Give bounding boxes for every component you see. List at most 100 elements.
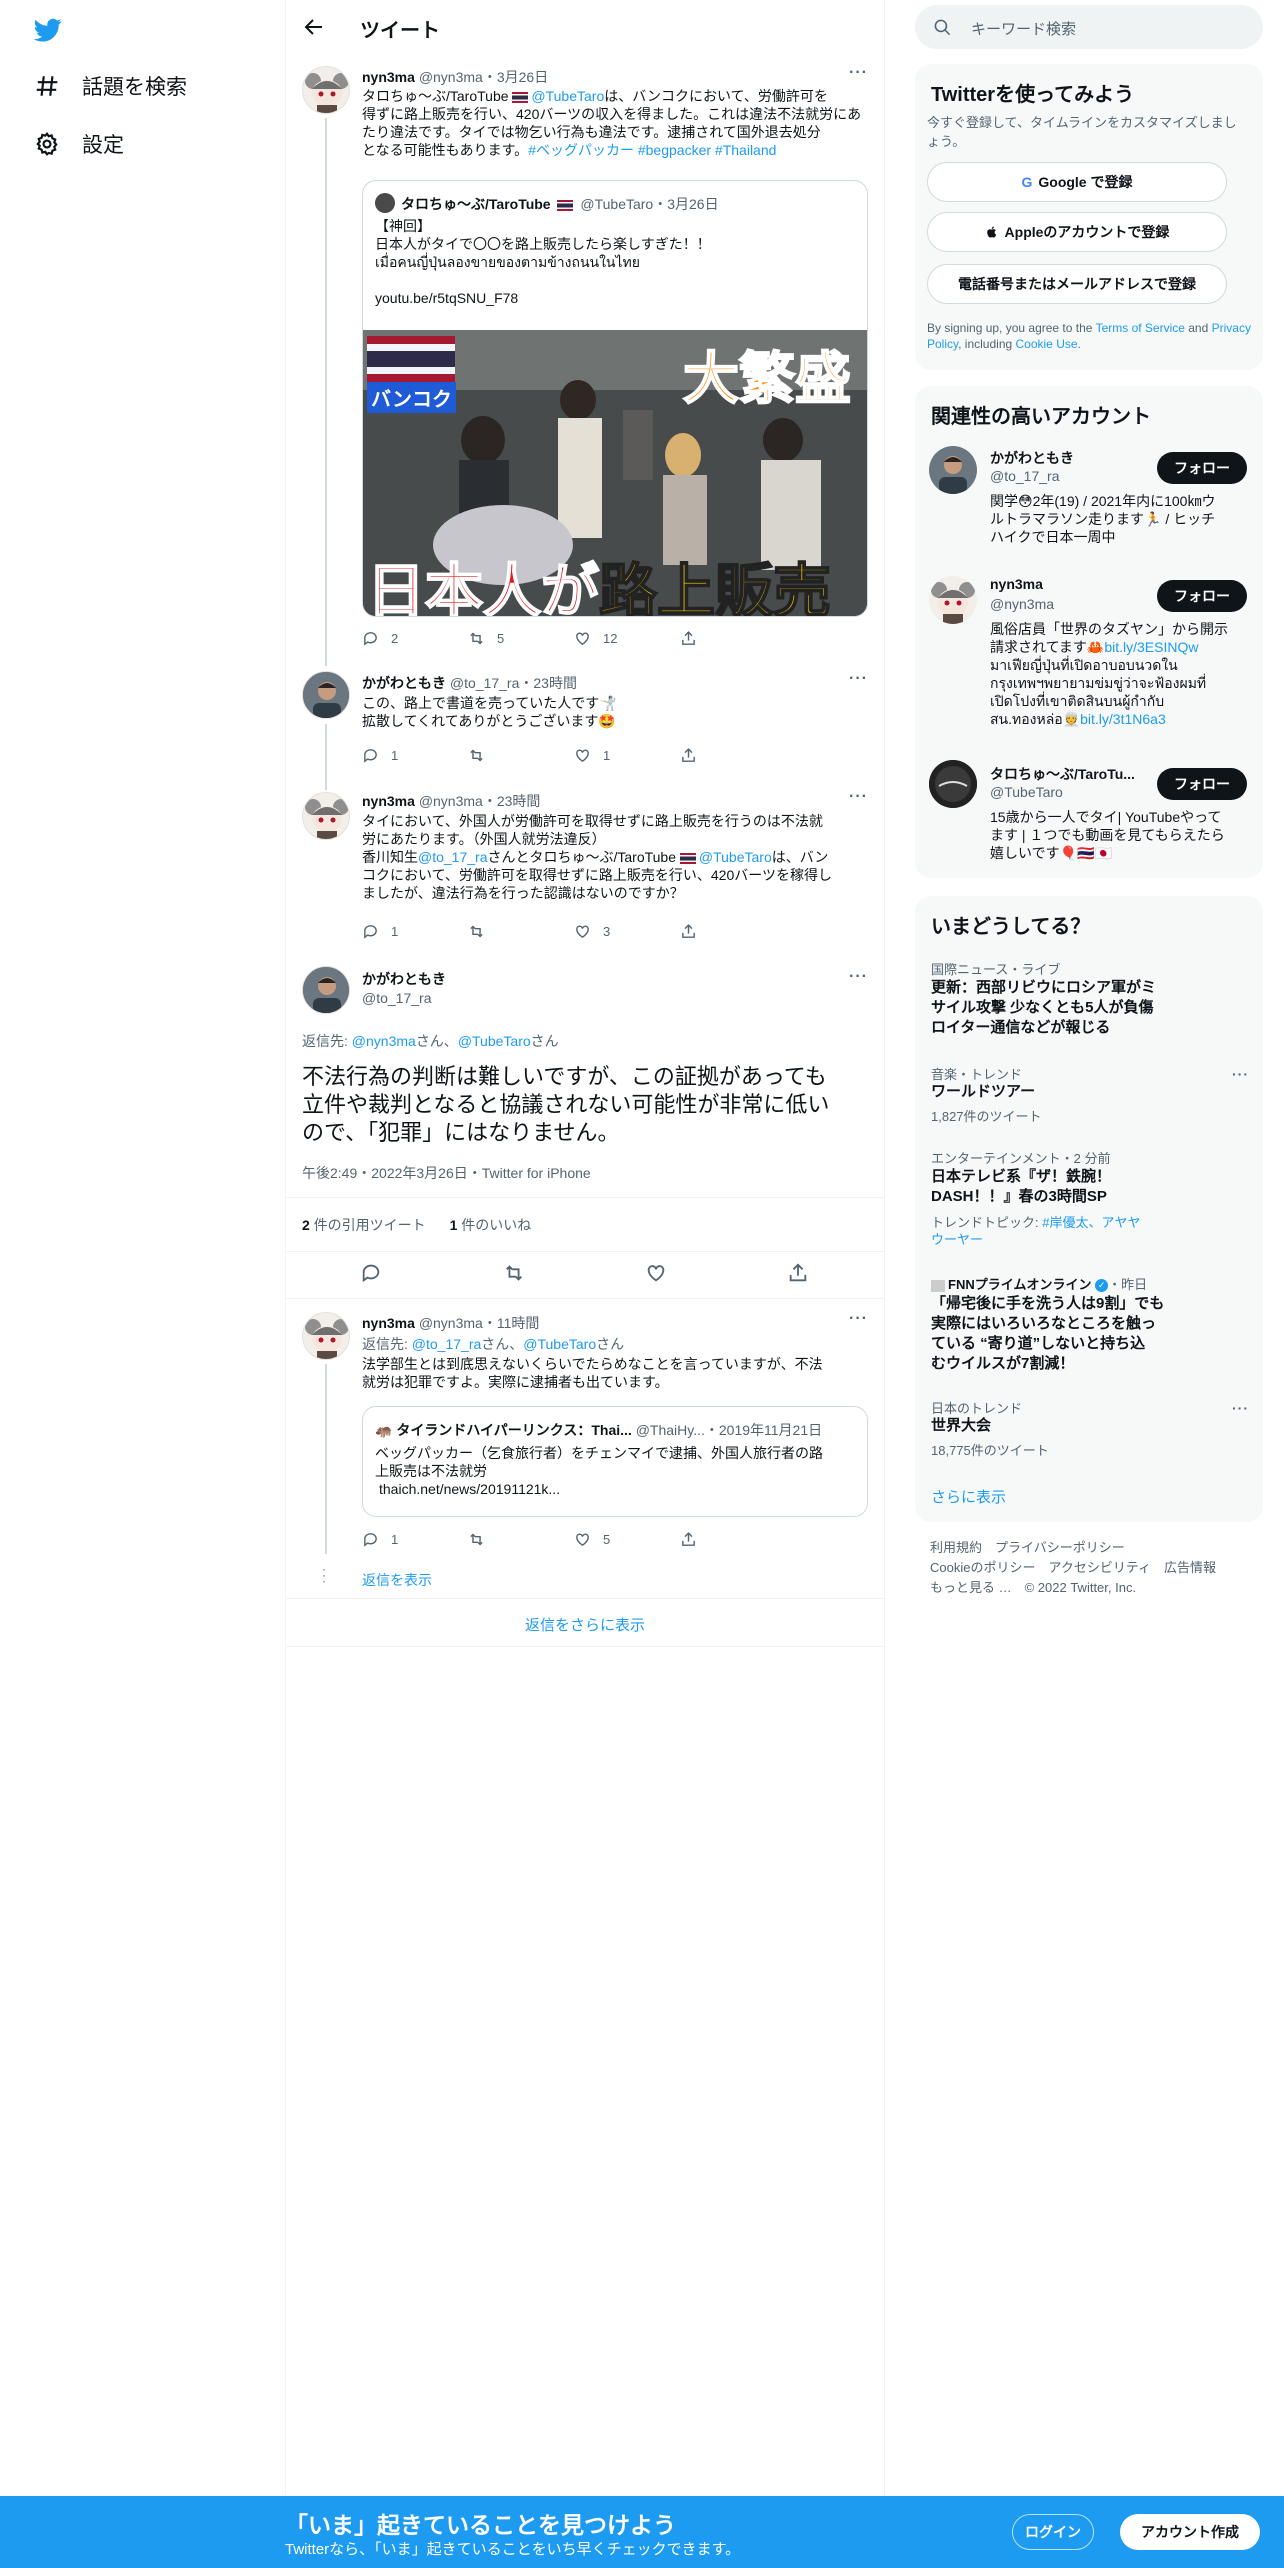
likes-stat[interactable]: 1 件のいいね [450, 1217, 532, 1233]
quote-tweets-stat[interactable]: 2 件の引用ツイート [302, 1217, 426, 1233]
topic-label: トレンドトピック: [931, 1215, 1043, 1230]
like-button[interactable]: 1 [574, 747, 680, 764]
search-input[interactable]: キーワード検索 [971, 18, 1076, 39]
topic-link[interactable]: #岸優太、アヤヤ [1042, 1215, 1140, 1230]
video-thumbnail[interactable]: バンコク 大繁盛 日本人が路上販売 [363, 330, 867, 616]
terms-link[interactable]: Terms of Service [1096, 321, 1185, 335]
more-icon[interactable]: ··· [849, 670, 868, 688]
hashtag-links[interactable]: #ベッグパッカー #begpacker #Thailand [528, 142, 776, 158]
more-icon[interactable]: ··· [1232, 1400, 1249, 1416]
author-name[interactable]: nyn3ma [362, 69, 415, 85]
google-signup-button[interactable]: G Google で登録 [927, 162, 1227, 202]
author-name[interactable]: nyn3ma [362, 793, 415, 809]
cookie-link[interactable]: Cookie Use [1016, 337, 1078, 351]
nav-explore[interactable]: 話題を検索 [34, 66, 187, 106]
follow-button[interactable]: フォロー [1157, 580, 1247, 612]
retweet-icon[interactable] [503, 1262, 525, 1284]
author-handle[interactable]: @to_17_ra [362, 990, 431, 1006]
back-arrow-icon[interactable] [302, 15, 326, 39]
phone-email-signup-button[interactable]: 電話番号またはメールアドレスで登録 [927, 264, 1227, 304]
show-more-replies-link[interactable]: 返信をさらに表示 [286, 1614, 884, 1635]
avatar[interactable] [929, 446, 977, 494]
bio-link[interactable]: bit.ly/3ESINQw [1104, 639, 1198, 655]
reply-button[interactable]: 2 [362, 630, 468, 647]
avatar[interactable] [929, 760, 977, 808]
share-button[interactable] [680, 747, 786, 764]
account-name[interactable]: タロちゅ〜ぶ/TaroTu... [990, 764, 1135, 784]
tweet-time[interactable]: ・23時間 [519, 675, 577, 691]
tweet-timestamp[interactable]: 午後2:49・2022年3月26日・Twitter for iPhone [302, 1163, 591, 1183]
follow-button[interactable]: フォロー [1157, 452, 1247, 484]
heart-icon[interactable] [645, 1262, 667, 1284]
search-box[interactable]: キーワード検索 [915, 5, 1263, 49]
footer-line[interactable]: Cookieのポリシー アクセシビリティ 広告情報 [930, 1558, 1216, 1578]
news-source-icon [931, 1279, 945, 1292]
tweet-time[interactable]: ・11時間 [483, 1315, 540, 1331]
like-button[interactable]: 3 [574, 923, 680, 940]
author-handle[interactable]: @to_17_ra [450, 675, 519, 691]
engagement-stats: 2 件の引用ツイート 1 件のいいね [302, 1215, 531, 1235]
like-button[interactable]: 12 [574, 630, 680, 647]
create-account-button[interactable]: アカウント作成 [1120, 2514, 1260, 2550]
more-icon[interactable]: ··· [849, 968, 868, 986]
thai-flag-icon [679, 852, 696, 864]
more-icon[interactable]: ··· [849, 1310, 868, 1328]
show-more-trends-link[interactable]: さらに表示 [931, 1486, 1006, 1507]
topic-link[interactable]: ウーヤー [931, 1232, 983, 1247]
footer-line[interactable]: もっと見る … © 2022 Twitter, Inc. [930, 1578, 1216, 1598]
mention-link[interactable]: @TubeTaro [531, 88, 604, 104]
retweet-button[interactable]: 5 [468, 630, 574, 647]
share-icon[interactable] [787, 1262, 809, 1284]
quoted-tweet[interactable]: 🦛 タイランドハイパーリンクス：Thai... @ThaiHy...・2019年… [362, 1406, 868, 1517]
author-handle[interactable]: @nyn3ma [419, 793, 483, 809]
account-handle[interactable]: @nyn3ma [990, 596, 1054, 612]
retweet-button[interactable] [468, 923, 574, 940]
twitter-logo-icon[interactable] [32, 16, 64, 44]
avatar[interactable] [302, 792, 350, 840]
author-handle[interactable]: @nyn3ma [419, 69, 483, 85]
account-name[interactable]: nyn3ma [990, 576, 1043, 592]
more-icon[interactable]: ··· [1232, 1066, 1249, 1082]
tweet-time[interactable]: ・3月26日 [483, 69, 548, 85]
author-name[interactable]: nyn3ma [362, 1315, 415, 1331]
avatar[interactable] [302, 66, 350, 114]
apple-signup-button[interactable]: Appleのアカウントで登録 [927, 212, 1227, 252]
reply-button[interactable]: 1 [362, 923, 468, 940]
share-button[interactable] [680, 923, 786, 940]
share-button[interactable] [680, 1531, 786, 1548]
quoted-tweet[interactable]: タロちゅ〜ぶ/TaroTube @TubeTaro・3月26日 【神回】 日本人… [362, 180, 868, 617]
mention-link[interactable]: @TubeTaro [699, 849, 772, 865]
reply-icon[interactable] [360, 1262, 382, 1284]
tweet-time[interactable]: ・23時間 [483, 793, 541, 809]
author-name[interactable]: かがわともき [362, 969, 446, 989]
avatar[interactable] [302, 1312, 350, 1360]
text-line: 香川知生 [362, 849, 418, 865]
show-replies-link[interactable]: 返信を表示 [362, 1570, 432, 1590]
share-button[interactable] [680, 630, 786, 647]
author-name[interactable]: かがわともき [362, 675, 446, 691]
mention-link[interactable]: @nyn3ma [352, 1033, 416, 1049]
avatar[interactable] [302, 966, 350, 1014]
nav-settings[interactable]: 設定 [34, 124, 124, 164]
like-button[interactable]: 5 [574, 1531, 680, 1548]
account-handle[interactable]: @to_17_ra [990, 468, 1059, 484]
account-name[interactable]: かがわともき [990, 448, 1074, 468]
mention-link[interactable]: @to_17_ra [418, 849, 487, 865]
author-handle[interactable]: @nyn3ma [419, 1315, 483, 1331]
reply-button[interactable]: 1 [362, 1531, 468, 1548]
reply-button[interactable]: 1 [362, 747, 468, 764]
bio-link[interactable]: bit.ly/3t1N6a3 [1080, 711, 1166, 727]
avatar[interactable] [929, 576, 977, 624]
mention-link[interactable]: @TubeTaro [523, 1336, 596, 1352]
retweet-button[interactable] [468, 747, 574, 764]
retweet-button[interactable] [468, 1531, 574, 1548]
more-icon[interactable]: ··· [849, 64, 868, 82]
more-icon[interactable]: ··· [849, 788, 868, 806]
mention-link[interactable]: @to_17_ra [412, 1336, 481, 1352]
footer-line[interactable]: 利用規約 プライバシーポリシー [930, 1538, 1216, 1558]
mention-link[interactable]: @TubeTaro [458, 1033, 531, 1049]
account-handle[interactable]: @TubeTaro [990, 784, 1063, 800]
follow-button[interactable]: フォロー [1157, 768, 1247, 800]
avatar[interactable] [302, 671, 350, 719]
login-button[interactable]: ログイン [1012, 2514, 1094, 2550]
